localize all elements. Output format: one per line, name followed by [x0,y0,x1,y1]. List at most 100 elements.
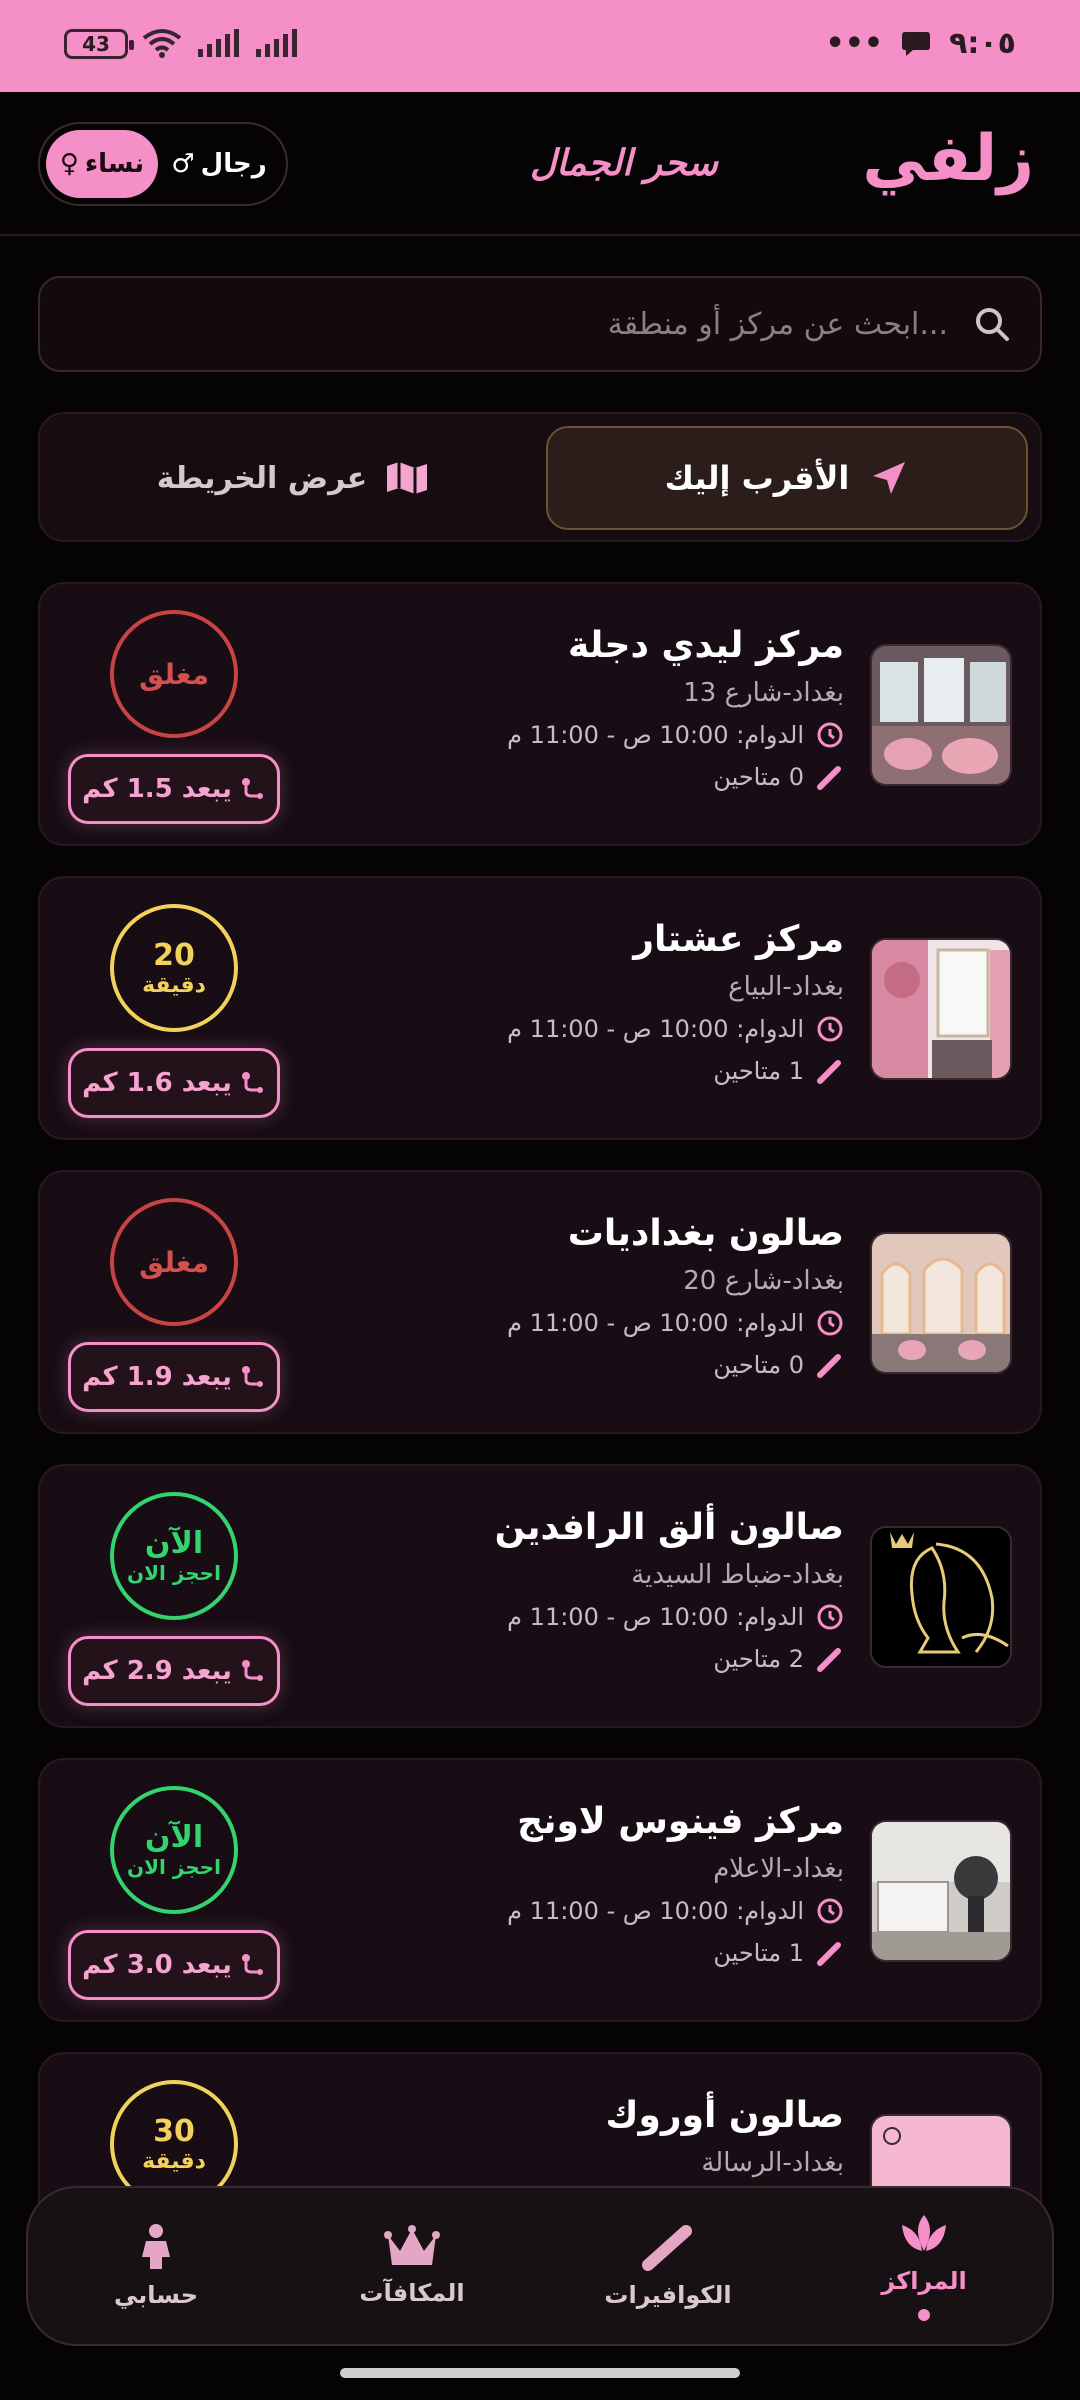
status-badge: مغلق [110,1198,238,1326]
center-card[interactable]: مركز فينوس لاونج بغداد-الاعلام الدوام: 1… [38,1758,1042,2022]
center-card[interactable]: مركز ليدي دجلة بغداد-شارع 13 الدوام: 10:… [38,582,1042,846]
status-left: 43 [64,28,298,60]
clock-icon [817,722,843,748]
distance-text: يبعد 1.9 كم [82,1362,232,1392]
bottom-navigation: حسابي المكافآت الكوافيرات المراكز [26,2186,1054,2346]
comb-icon [817,766,841,790]
center-name: صالون ألق الرافدين [494,1507,844,1548]
male-icon: ♂ [171,149,195,179]
gender-women-label: نساء [84,149,145,179]
hours-text: الدوام: 10:00 ص - 11:00 م [507,1603,804,1631]
route-icon [241,1660,263,1681]
route-icon [241,1366,263,1387]
map-icon [387,462,428,494]
comb-icon [817,1942,841,1966]
search-input[interactable]: ابحث عن مركز أو منطقة... [608,307,948,342]
hours-text: الدوام: 10:00 ص - 11:00 م [507,721,804,749]
nav-account[interactable]: حسابي [46,2223,266,2309]
center-info: صالون بغداديات بغداد-شارع 20 الدوام: 10:… [344,1210,844,1382]
stylists-text: 0 متاحين [713,763,804,791]
comb-icon [817,1060,841,1084]
map-view-label: عرض الخريطة [156,460,368,496]
search-icon [976,308,1009,341]
clock-icon [817,1604,843,1630]
center-card[interactable]: صالون بغداديات بغداد-شارع 20 الدوام: 10:… [38,1170,1042,1434]
signal-icon [198,29,239,57]
distance-badge: يبعد 3.0 كم [68,1930,280,2000]
home-indicator[interactable] [340,2368,740,2378]
center-info: صالون أوروك بغداد-الرسالة [344,2092,844,2180]
gender-switch[interactable]: ♀ نساء ♂ رجال [38,122,288,206]
distance-text: يبعد 1.6 كم [82,1068,232,1098]
route-icon [241,1954,263,1975]
center-info: مركز ليدي دجلة بغداد-شارع 13 الدوام: 10:… [344,622,844,794]
distance-text: يبعد 2.9 كم [82,1656,232,1686]
comb-icon [817,1648,841,1672]
status-main: 30 [153,2113,195,2149]
center-name: صالون بغداديات [567,1213,844,1254]
center-name: مركز فينوس لاونج [517,1801,844,1842]
active-indicator [918,2309,930,2321]
nav-stylists[interactable]: الكوافيرات [558,2223,778,2309]
distance-badge: يبعد 2.9 كم [68,1636,280,1706]
distance-badge: يبعد 1.9 كم [68,1342,280,1412]
location-arrow-icon [873,462,906,494]
gender-women-option[interactable]: ♀ نساء [46,130,158,198]
nav-rewards[interactable]: المكافآت [302,2225,522,2307]
gender-men-option[interactable]: ♂ رجال [158,149,280,179]
nav-stylists-label: الكوافيرات [604,2281,732,2309]
stylists-text: 2 متاحين [713,1645,804,1673]
center-name: مركز عشتار [633,919,844,960]
status-main: مغلق [139,1245,209,1279]
status-bar: 43 ••• ٩:٠٥ [0,0,1080,92]
center-info: مركز فينوس لاونج بغداد-الاعلام الدوام: 1… [344,1798,844,1970]
view-toggle: عرض الخريطة الأقرب إليك [38,412,1042,542]
center-area: بغداد-البياع [728,972,844,1002]
center-info: صالون ألق الرافدين بغداد-ضباط السيدية ال… [344,1504,844,1676]
center-name: مركز ليدي دجلة [567,625,844,666]
wifi-icon [142,29,182,58]
nav-rewards-label: المكافآت [359,2279,465,2307]
center-area: بغداد-شارع 20 [683,1266,844,1296]
center-name: صالون أوروك [605,2095,844,2136]
search-bar[interactable]: ابحث عن مركز أو منطقة... [38,276,1042,372]
center-info: مركز عشتار بغداد-البياع الدوام: 10:00 ص … [344,916,844,1088]
distance-text: يبعد 1.5 كم [82,774,232,804]
center-hours: الدوام: 10:00 ص - 11:00 م [344,1600,844,1634]
clock: ٩:٠٥ [949,26,1016,61]
center-hours: الدوام: 10:00 ص - 11:00 م [344,718,844,752]
gender-men-label: رجال [200,149,267,179]
battery-indicator: 43 [64,29,134,59]
comb-icon [817,1354,841,1378]
stylists-text: 0 متاحين [713,1351,804,1379]
center-card[interactable]: مركز عشتار بغداد-البياع الدوام: 10:00 ص … [38,876,1042,1140]
distance-badge: يبعد 1.6 كم [68,1048,280,1118]
route-icon [241,778,263,799]
center-thumbnail [870,1526,1012,1668]
center-card[interactable]: صالون ألق الرافدين بغداد-ضباط السيدية ال… [38,1464,1042,1728]
clock-icon [817,1310,843,1336]
nearest-button[interactable]: الأقرب إليك [546,426,1028,530]
brand-logo: سحر الجمال [530,142,718,184]
person-icon [142,2224,170,2269]
clock-icon [817,1898,843,1924]
nav-centers-label: المراكز [881,2267,967,2295]
distance-badge: يبعد 1.5 كم [68,754,280,824]
status-badge: 20 دقيقة [110,904,238,1032]
app-header: ♀ نساء ♂ رجال سحر الجمال زلفي [0,92,1080,236]
center-stylists: 2 متاحين [344,1642,844,1676]
status-main: 20 [153,937,195,973]
status-badge[interactable]: الآن احجز الان [110,1492,238,1620]
stylists-text: 1 متاحين [713,1939,804,1967]
status-main: الآن [144,1820,204,1855]
nav-centers[interactable]: المراكز [814,2211,1034,2321]
nearest-label: الأقرب إليك [664,459,850,497]
center-area: بغداد-ضباط السيدية [631,1560,844,1590]
center-stylists: 1 متاحين [344,1936,844,1970]
hours-text: الدوام: 10:00 ص - 11:00 م [507,1015,804,1043]
map-view-button[interactable]: عرض الخريطة [52,426,534,530]
nav-account-label: حسابي [113,2281,199,2309]
distance-text: يبعد 3.0 كم [82,1950,232,1980]
center-area: بغداد-شارع 13 [683,678,844,708]
status-badge[interactable]: الآن احجز الان [110,1786,238,1914]
